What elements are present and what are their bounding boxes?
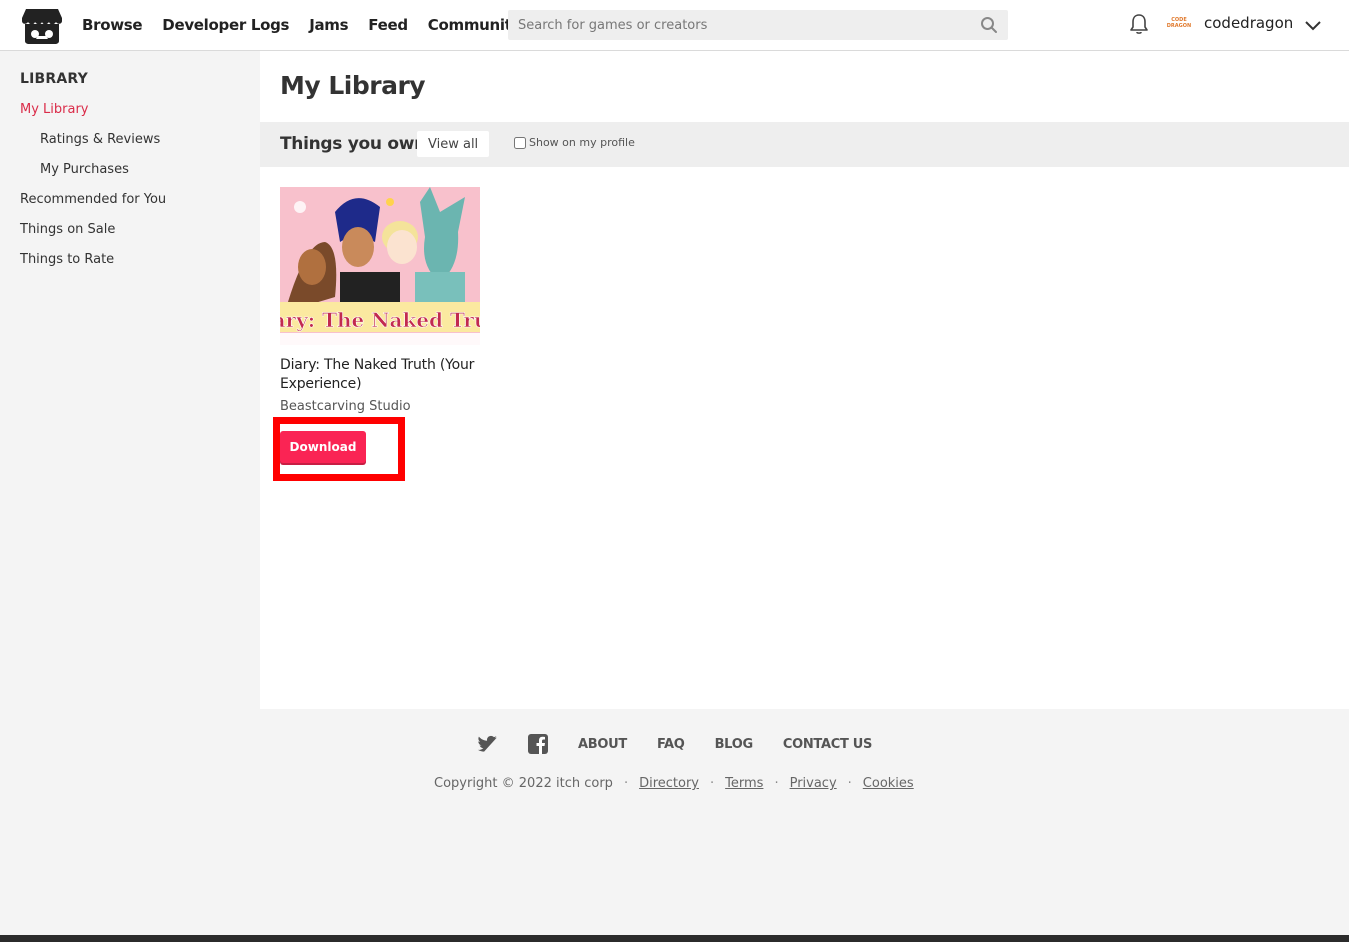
show-on-profile-label: Show on my profile <box>529 136 635 149</box>
facebook-icon[interactable] <box>528 734 548 754</box>
show-on-profile-toggle[interactable]: Show on my profile <box>514 136 635 149</box>
search-box <box>508 10 1008 40</box>
cover-title-text: Diary: The Naked Truth <box>280 308 480 332</box>
nav-browse[interactable]: Browse <box>82 16 143 34</box>
avatar[interactable]: CODE DRAGON <box>1166 13 1192 35</box>
copyright-row: Copyright © 2022 itch corp · Directory ·… <box>434 776 914 791</box>
footer-link-privacy[interactable]: Privacy <box>790 776 837 791</box>
itch-logo[interactable] <box>22 6 62 44</box>
notification-bell-icon[interactable] <box>1128 13 1150 35</box>
sidebar-item-ratings-reviews[interactable]: Ratings & Reviews <box>40 132 160 147</box>
sidebar-item-recommended[interactable]: Recommended for You <box>20 192 166 207</box>
sidebar-item-my-purchases[interactable]: My Purchases <box>40 162 129 177</box>
username[interactable]: codedragon <box>1204 14 1293 32</box>
separator-dot: · <box>710 776 715 791</box>
footer-link-blog[interactable]: BLOG <box>715 737 754 752</box>
twitter-icon[interactable] <box>478 734 498 754</box>
footer-link-contact[interactable]: CONTACT US <box>783 737 873 752</box>
footer-link-terms[interactable]: Terms <box>725 776 763 791</box>
library-sidebar: LIBRARY My Library Ratings & Reviews My … <box>0 51 260 709</box>
sidebar-item-my-library[interactable]: My Library <box>20 102 89 117</box>
separator-dot: · <box>623 776 629 791</box>
copyright-text: Copyright © 2022 itch corp <box>434 776 613 791</box>
separator-dot: · <box>847 776 852 791</box>
game-author[interactable]: Beastcarving Studio <box>280 399 411 414</box>
separator-dot: · <box>774 776 779 791</box>
game-thumbnail[interactable]: Diary: The Naked Truth <box>280 187 480 345</box>
footer-link-cookies[interactable]: Cookies <box>863 776 914 791</box>
chevron-down-icon[interactable] <box>1303 15 1323 35</box>
footer-link-directory[interactable]: Directory <box>639 776 699 791</box>
footer-link-about[interactable]: ABOUT <box>578 737 627 752</box>
game-title[interactable]: Diary: The Naked Truth (Your Experience) <box>280 356 480 394</box>
game-cover-image: Diary: The Naked Truth <box>280 187 480 345</box>
view-all-button[interactable]: View all <box>417 131 490 157</box>
sidebar-item-things-on-sale[interactable]: Things on Sale <box>20 222 115 237</box>
page-title: My Library <box>280 71 426 100</box>
section-header: Things you own View all Show on my profi… <box>260 122 1349 167</box>
search-icon[interactable] <box>980 16 998 34</box>
section-title: Things you own <box>280 134 426 154</box>
footer-links: ABOUT FAQ BLOG CONTACT US <box>478 732 902 756</box>
itch-logo-icon <box>22 9 62 44</box>
footer: ABOUT FAQ BLOG CONTACT US Copyright © 20… <box>0 709 1349 935</box>
footer-link-faq[interactable]: FAQ <box>657 737 685 752</box>
nav-developer-logs[interactable]: Developer Logs <box>162 16 289 34</box>
main-nav: Browse Developer Logs Jams Feed Communit… <box>82 0 541 50</box>
download-button[interactable]: Download <box>280 431 366 463</box>
nav-jams[interactable]: Jams <box>309 16 348 34</box>
show-on-profile-checkbox[interactable] <box>514 136 526 149</box>
bottom-bar <box>0 935 1349 942</box>
main-content: My Library Things you own View all Show … <box>260 51 1349 709</box>
sidebar-title: LIBRARY <box>20 71 88 87</box>
nav-feed[interactable]: Feed <box>368 16 408 34</box>
search-input[interactable] <box>508 10 968 40</box>
sidebar-item-things-to-rate[interactable]: Things to Rate <box>20 252 114 267</box>
top-header: Browse Developer Logs Jams Feed Communit… <box>0 0 1349 51</box>
